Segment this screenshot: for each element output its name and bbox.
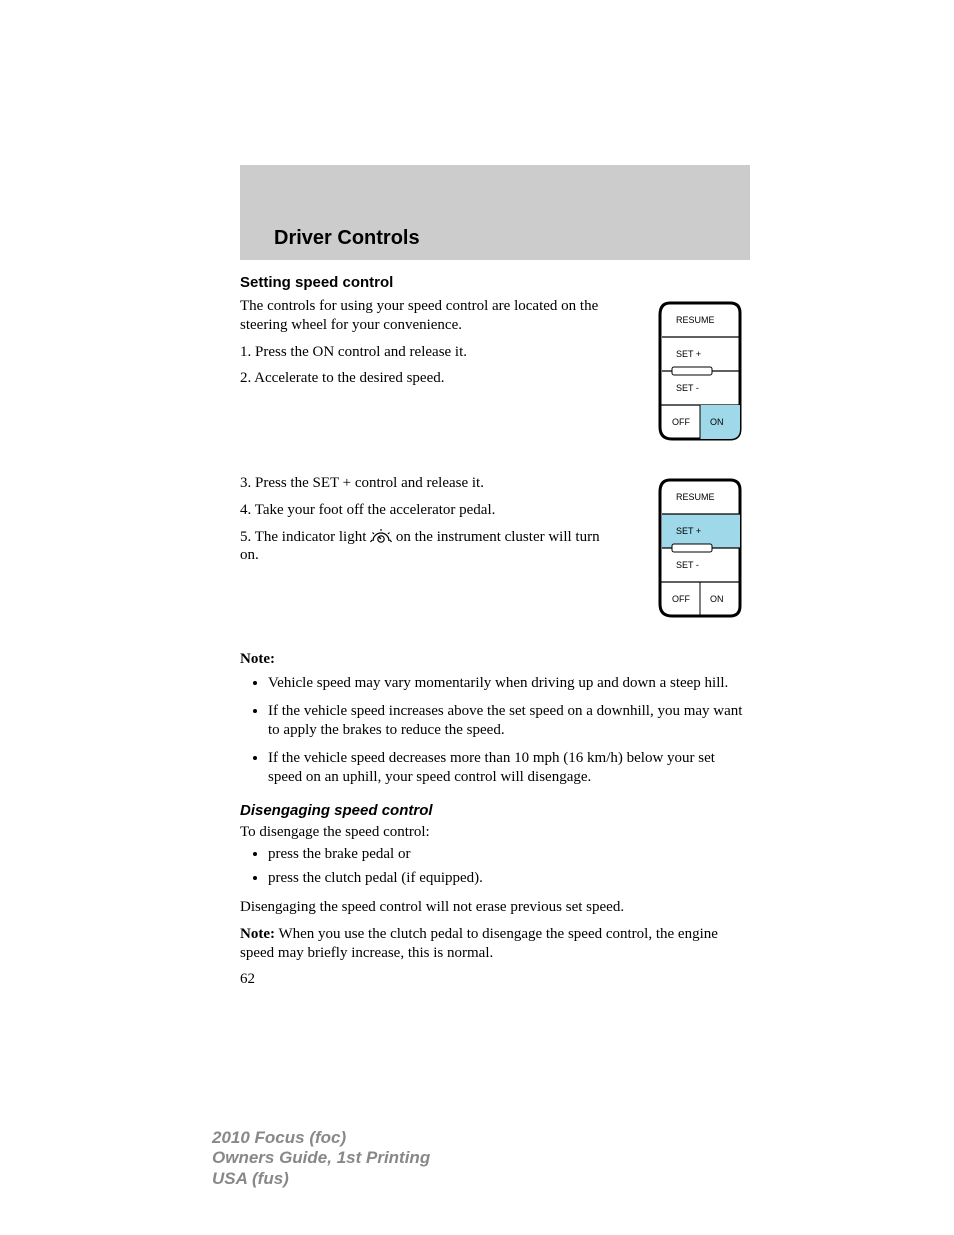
note-bullets: Vehicle speed may vary momentarily when … <box>244 674 750 788</box>
page-content: Driver Controls Setting speed control Th… <box>240 165 750 988</box>
intro-text: The controls for using your speed contro… <box>240 297 622 335</box>
kp-setminus: SET - <box>676 383 699 393</box>
disengage-item: press the brake pedal or <box>268 845 750 865</box>
kp2-off: OFF <box>672 594 690 604</box>
page-number: 62 <box>240 971 750 988</box>
row-1-text: The controls for using your speed contro… <box>240 297 622 446</box>
disengage-bullets: press the brake pedal or press the clutc… <box>244 845 750 888</box>
header-band: Driver Controls <box>240 165 750 260</box>
note-item: If the vehicle speed increases above the… <box>268 702 750 741</box>
row-1: The controls for using your speed contro… <box>240 297 750 446</box>
section2-note-body: When you use the clutch pedal to disenga… <box>240 926 718 961</box>
cruise-indicator-icon <box>370 529 392 543</box>
kp2-setminus: SET - <box>676 560 699 570</box>
row-2: 3. Press the SET + control and release i… <box>240 474 750 623</box>
section2-after: Disengaging the speed control will not e… <box>240 898 750 917</box>
header-title: Driver Controls <box>274 227 420 250</box>
disengage-item: press the clutch pedal (if equipped). <box>268 869 750 889</box>
kp-setplus: SET + <box>676 349 701 359</box>
footer-line-3: USA (fus) <box>212 1169 430 1189</box>
step-5: 5. The indicator light on the instrument… <box>240 528 622 566</box>
kp-off: OFF <box>672 417 690 427</box>
kp-on: ON <box>710 417 724 427</box>
section2-note-label: Note: <box>240 926 275 942</box>
step-4: 4. Take your foot off the accelerator pe… <box>240 501 622 520</box>
row-2-text: 3. Press the SET + control and release i… <box>240 474 622 623</box>
keypad-diagram-setplus: RESUME SET + SET - OFF ON <box>658 478 742 618</box>
step-5a: 5. The indicator light <box>240 529 370 545</box>
footer-line-2: Owners Guide, 1st Printing <box>212 1148 430 1168</box>
footer-line-1: 2010 Focus (foc) <box>212 1128 430 1148</box>
footer: 2010 Focus (foc) Owners Guide, 1st Print… <box>212 1128 430 1189</box>
footer-code2: (fus) <box>252 1169 289 1188</box>
section2-note: Note: When you use the clutch pedal to d… <box>240 925 750 963</box>
kp2-setplus: SET + <box>676 526 701 536</box>
note-item: If the vehicle speed decreases more than… <box>268 749 750 788</box>
footer-region: USA <box>212 1169 252 1188</box>
section1-title: Setting speed control <box>240 274 750 291</box>
keypad-diagram-on: RESUME SET + SET - OFF ON <box>658 301 742 441</box>
footer-model: 2010 Focus <box>212 1128 309 1147</box>
step-3: 3. Press the SET + control and release i… <box>240 474 622 493</box>
section2-title: Disengaging speed control <box>240 802 750 819</box>
section2-intro: To disengage the speed control: <box>240 823 750 842</box>
note-label: Note: <box>240 651 750 668</box>
step-1: 1. Press the ON control and release it. <box>240 343 622 362</box>
footer-code1: (foc) <box>309 1128 346 1147</box>
step-2: 2. Accelerate to the desired speed. <box>240 369 622 388</box>
keypad-1-col: RESUME SET + SET - OFF ON <box>652 297 750 446</box>
note-item: Vehicle speed may vary momentarily when … <box>268 674 750 694</box>
kp-resume: RESUME <box>676 315 715 325</box>
kp2-on: ON <box>710 594 724 604</box>
kp2-resume: RESUME <box>676 492 715 502</box>
keypad-2-col: RESUME SET + SET - OFF ON <box>652 474 750 623</box>
